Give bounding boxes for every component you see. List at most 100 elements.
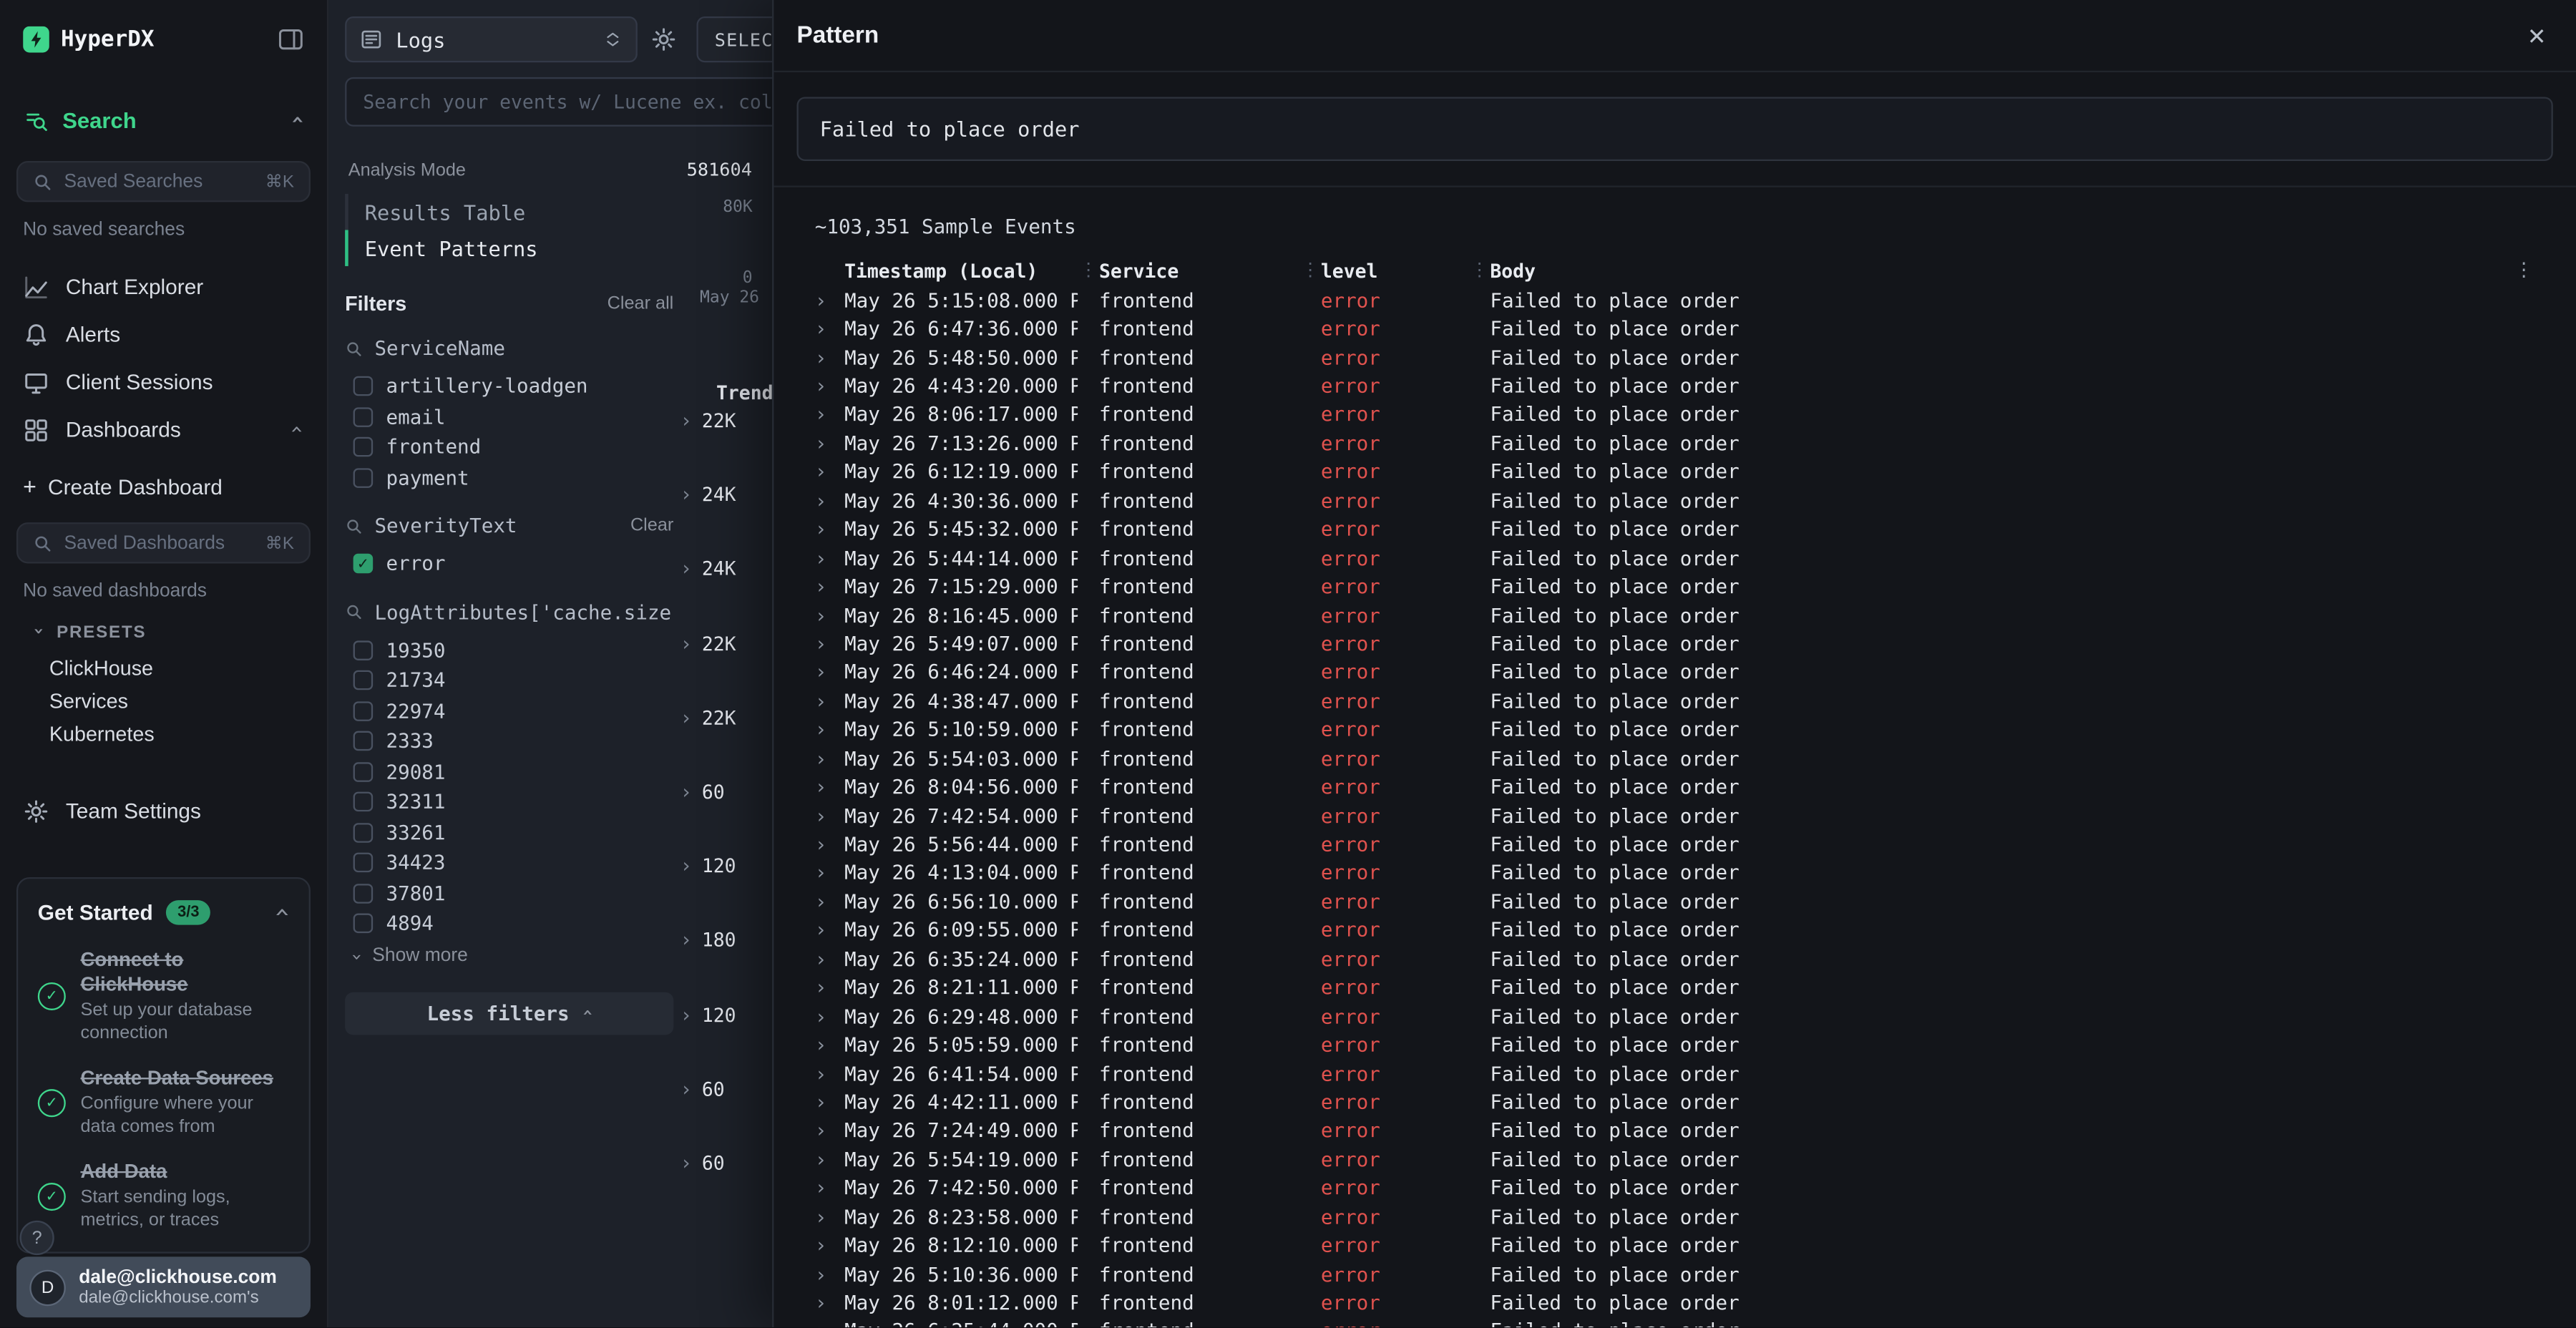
preset-item-clickhouse[interactable]: ClickHouse <box>0 652 327 685</box>
sidebar-item-chart-explorer[interactable]: Chart Explorer <box>0 263 327 311</box>
checkbox[interactable] <box>353 670 374 690</box>
filter-option[interactable]: 37801 <box>345 878 673 908</box>
row-expand-icon[interactable]: › <box>815 346 844 369</box>
table-row[interactable]: ›May 26 5:45:32.000 PMfrontenderrorFaile… <box>774 515 2576 544</box>
checkbox[interactable]: ✓ <box>353 554 374 574</box>
row-expand-icon[interactable]: › <box>815 1119 844 1142</box>
table-row[interactable]: ›May 26 5:10:59.000 PMfrontenderrorFaile… <box>774 716 2576 744</box>
filter-option[interactable]: 21734 <box>345 665 673 695</box>
pattern-row[interactable]: ›22K <box>680 407 773 482</box>
show-more-toggle[interactable]: › Show more <box>345 945 673 967</box>
pattern-row[interactable]: ›22K <box>680 704 773 778</box>
expand-icon[interactable]: › <box>680 482 693 509</box>
filter-group-name[interactable]: LogAttributes['cache.size'] <box>374 600 673 623</box>
row-expand-icon[interactable]: › <box>815 1062 844 1085</box>
row-expand-icon[interactable]: › <box>815 919 844 942</box>
table-row[interactable]: ›May 26 4:42:11.000 PMfrontenderrorFaile… <box>774 1088 2576 1116</box>
table-row[interactable]: ›May 26 7:13:26.000 PMfrontenderrorFaile… <box>774 429 2576 458</box>
table-row[interactable]: ›May 26 6:41:54.000 PMfrontenderrorFaile… <box>774 1059 2576 1088</box>
sidebar-item-client-sessions[interactable]: Client Sessions <box>0 358 327 406</box>
row-expand-icon[interactable]: › <box>815 1090 844 1113</box>
checkbox[interactable] <box>353 407 374 427</box>
row-expand-icon[interactable]: › <box>815 518 844 541</box>
close-icon[interactable]: ✕ <box>2527 24 2547 47</box>
row-expand-icon[interactable]: › <box>815 776 844 799</box>
pattern-row[interactable]: ›24K <box>680 556 773 630</box>
table-row[interactable]: ›May 26 6:47:36.000 PMfrontenderrorFaile… <box>774 315 2576 343</box>
table-row[interactable]: ›May 26 7:24:49.000 PMfrontenderrorFaile… <box>774 1116 2576 1145</box>
events-search-input[interactable] <box>345 77 772 127</box>
column-separator[interactable]: ⋮ <box>1469 260 1491 281</box>
mode-event-patterns[interactable]: Event Patterns <box>345 230 673 266</box>
row-expand-icon[interactable]: › <box>815 461 844 484</box>
table-row[interactable]: ›May 26 6:35:24.000 PMfrontenderrorFaile… <box>774 944 2576 973</box>
table-row[interactable]: ›May 26 5:10:36.000 PMfrontenderrorFaile… <box>774 1260 2576 1289</box>
checkbox[interactable] <box>353 792 374 812</box>
pattern-row[interactable]: ›60 <box>680 1150 773 1224</box>
table-row[interactable]: ›May 26 8:06:17.000 PMfrontenderrorFaile… <box>774 401 2576 429</box>
table-row[interactable]: ›May 26 7:42:54.000 PMfrontenderrorFaile… <box>774 801 2576 830</box>
sql-select-button[interactable]: SELECT <box>696 16 772 62</box>
source-select[interactable]: Logs <box>345 16 638 62</box>
table-row[interactable]: ›May 26 5:56:44.000 PMfrontenderrorFaile… <box>774 830 2576 859</box>
row-expand-icon[interactable]: › <box>815 1148 844 1171</box>
filter-option[interactable]: 4894 <box>345 909 673 939</box>
filter-option[interactable]: artillery-loadgen <box>345 371 673 401</box>
table-row[interactable]: ›May 26 6:12:19.000 PMfrontenderrorFaile… <box>774 458 2576 487</box>
filter-option[interactable]: frontend <box>345 432 673 462</box>
row-expand-icon[interactable]: › <box>815 1292 844 1314</box>
preset-item-services[interactable]: Services <box>0 685 327 718</box>
expand-icon[interactable]: › <box>680 1150 693 1178</box>
checkbox[interactable] <box>353 731 374 751</box>
table-row[interactable]: ›May 26 8:21:11.000 PMfrontenderrorFaile… <box>774 973 2576 1002</box>
expand-icon[interactable]: › <box>680 778 693 806</box>
table-row[interactable]: ›May 26 6:29:48.000 PMfrontenderrorFaile… <box>774 1002 2576 1030</box>
mode-results-table[interactable]: Results Table <box>345 194 673 230</box>
expand-icon[interactable]: › <box>680 556 693 584</box>
chevron-up-icon[interactable]: › <box>265 904 297 920</box>
row-expand-icon[interactable]: › <box>815 1263 844 1286</box>
row-expand-icon[interactable]: › <box>815 633 844 655</box>
row-expand-icon[interactable]: › <box>815 317 844 340</box>
expand-icon[interactable]: › <box>680 927 693 955</box>
filter-option[interactable]: 22974 <box>345 695 673 726</box>
row-expand-icon[interactable]: › <box>815 575 844 598</box>
row-expand-icon[interactable]: › <box>815 375 844 398</box>
get-started-item[interactable]: ✓ Create Data Sources Configure where yo… <box>38 1066 289 1140</box>
get-started-item[interactable]: ✓ Add Data Start sending logs, metrics, … <box>38 1160 289 1234</box>
column-separator[interactable]: ⋮ <box>1078 260 1099 281</box>
table-row[interactable]: ›May 26 6:09:55.000 PMfrontenderrorFaile… <box>774 916 2576 944</box>
row-expand-icon[interactable]: › <box>815 432 844 455</box>
row-expand-icon[interactable]: › <box>815 804 844 827</box>
source-settings-button[interactable] <box>650 26 677 53</box>
row-expand-icon[interactable]: › <box>815 861 844 884</box>
table-row[interactable]: ›May 26 5:54:19.000 PMfrontenderrorFaile… <box>774 1146 2576 1174</box>
filter-group-name[interactable]: SeverityText <box>374 514 517 537</box>
table-row[interactable]: ›May 26 5:05:59.000 PMfrontenderrorFaile… <box>774 1030 2576 1059</box>
filter-option[interactable]: 33261 <box>345 817 673 847</box>
row-expand-icon[interactable]: › <box>815 288 844 311</box>
filter-option[interactable]: 2333 <box>345 726 673 756</box>
filter-option[interactable]: ✓error <box>345 549 673 579</box>
expand-icon[interactable]: › <box>680 1001 693 1029</box>
row-expand-icon[interactable]: › <box>815 976 844 999</box>
filter-option[interactable]: 34423 <box>345 848 673 878</box>
row-expand-icon[interactable]: › <box>815 1033 844 1056</box>
column-separator[interactable]: ⋮ <box>1299 260 1321 281</box>
checkbox[interactable] <box>353 762 374 782</box>
sidebar-item-search[interactable]: Search › <box>0 92 327 148</box>
table-row[interactable]: ›May 26 8:12:10.000 PMfrontenderrorFaile… <box>774 1231 2576 1260</box>
table-row[interactable]: ›May 26 5:49:07.000 PMfrontenderrorFaile… <box>774 630 2576 658</box>
pattern-row[interactable]: ›60 <box>680 1075 773 1150</box>
table-options-icon[interactable]: ⋮ <box>2514 258 2533 280</box>
row-expand-icon[interactable]: › <box>815 833 844 856</box>
row-expand-icon[interactable]: › <box>815 1234 844 1257</box>
sidebar-item-dashboards[interactable]: Dashboards › <box>0 406 327 454</box>
checkbox[interactable] <box>353 701 374 721</box>
get-started-item[interactable]: ✓ Connect to ClickHouse Set up your data… <box>38 948 289 1047</box>
pattern-row[interactable]: ›22K <box>680 630 773 705</box>
expand-icon[interactable]: › <box>680 407 693 435</box>
filter-option[interactable]: email <box>345 401 673 431</box>
table-row[interactable]: ›May 26 8:04:56.000 PMfrontenderrorFaile… <box>774 773 2576 801</box>
col-header-timestamp[interactable]: Timestamp (Local) <box>844 259 1078 282</box>
